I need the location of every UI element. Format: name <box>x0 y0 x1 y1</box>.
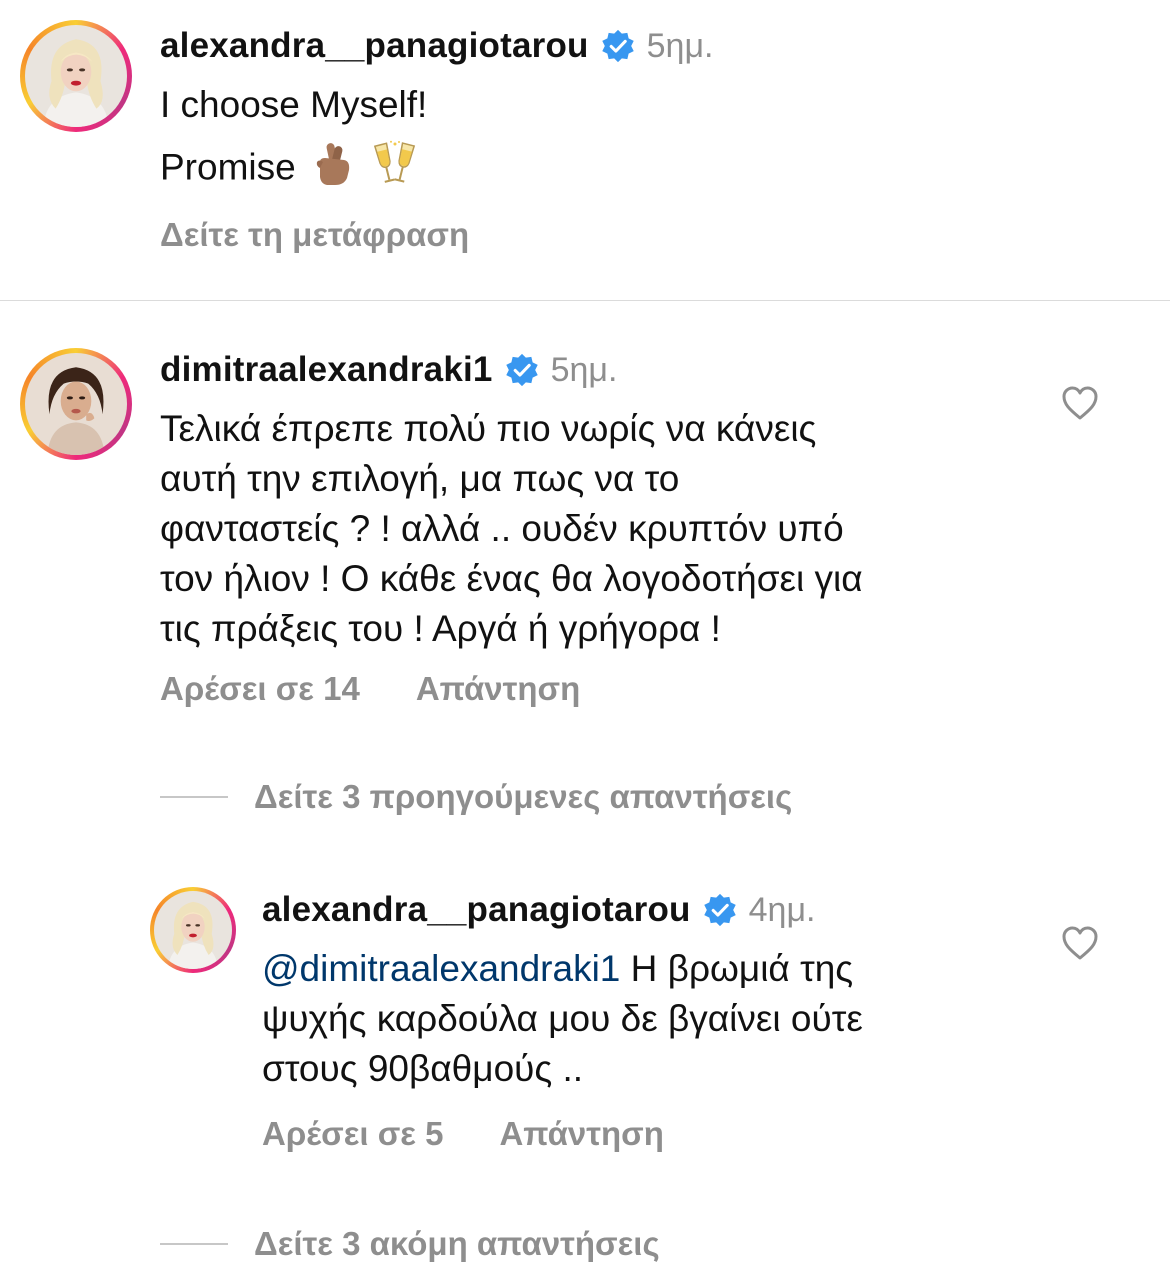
timestamp: 5ημ. <box>550 350 618 389</box>
view-previous-replies-button[interactable]: Δείτε 3 προηγούμενες απαντήσεις <box>160 778 792 816</box>
comment-actions: Αρέσει σε 14 Απάντηση <box>160 670 580 708</box>
verified-badge-icon <box>505 353 539 387</box>
reply-actions: Αρέσει σε 5 Απάντηση <box>262 1115 664 1153</box>
reply-button[interactable]: Απάντηση <box>416 670 580 707</box>
profile-photo <box>25 25 127 127</box>
verified-badge-icon <box>703 893 737 927</box>
see-translation-link[interactable]: Δείτε τη μετάφραση <box>160 216 469 254</box>
avatar[interactable] <box>20 348 132 460</box>
comment-text: I choose Myself! Promise <box>160 80 427 199</box>
username[interactable]: alexandra__panagiotarou <box>262 890 691 930</box>
comment-line: τις πράξεις του ! Αργά ή γρήγορα ! <box>160 608 721 649</box>
user-mention-link[interactable]: @dimitraalexandraki1 <box>262 948 620 989</box>
avatar[interactable] <box>150 887 236 973</box>
comment-text: Τελικά έπρεπε πολύ πιο νωρίς να κάνεις α… <box>160 404 863 654</box>
comment-line: φανταστείς ? ! αλλά .. ουδέν κρυπτόν υπό <box>160 508 844 549</box>
likes-count-button[interactable]: Αρέσει σε 14 <box>160 670 360 707</box>
view-more-replies-button[interactable]: Δείτε 3 ακόμη απαντήσεις <box>160 1225 660 1263</box>
reply-button[interactable]: Απάντηση <box>499 1115 663 1152</box>
likes-count-button[interactable]: Αρέσει σε 5 <box>262 1115 443 1152</box>
username[interactable]: dimitraalexandraki1 <box>160 350 493 390</box>
verified-badge-icon <box>601 29 635 63</box>
clinking-glasses-emoji <box>372 140 418 199</box>
reply-line: Η βρωμιά της <box>620 948 854 989</box>
divider <box>0 300 1170 301</box>
reply-header: alexandra__panagiotarou 4ημ. <box>262 890 816 930</box>
reply-line: ψυχής καρδούλα μου δε βγαίνει ούτε <box>262 998 863 1039</box>
crossed-fingers-emoji <box>314 140 354 199</box>
heart-outline-icon[interactable] <box>1061 925 1099 961</box>
divider-dash <box>160 1243 228 1245</box>
reply-text: @dimitraalexandraki1 Η βρωμιά της ψυχής … <box>262 944 863 1094</box>
timestamp: 5ημ. <box>646 26 714 65</box>
heart-outline-icon[interactable] <box>1061 385 1099 421</box>
comment-line: αυτή την επιλογή, μα πως να το <box>160 458 680 499</box>
comment-line: I choose Myself! <box>160 84 428 125</box>
username[interactable]: alexandra__panagiotarou <box>160 26 589 66</box>
comment-line: Promise <box>160 146 296 188</box>
profile-photo <box>25 353 127 455</box>
view-previous-replies-label[interactable]: Δείτε 3 προηγούμενες απαντήσεις <box>254 778 792 816</box>
avatar[interactable] <box>20 20 132 132</box>
comment-header: alexandra__panagiotarou 5ημ. <box>160 26 714 66</box>
timestamp: 4ημ. <box>748 890 816 929</box>
comment-line: Τελικά έπρεπε πολύ πιο νωρίς να κάνεις <box>160 408 817 449</box>
reply-line: στους 90βαθμούς .. <box>262 1048 584 1089</box>
divider-dash <box>160 796 228 798</box>
profile-photo <box>154 891 232 969</box>
comment-line: τον ήλιον ! Ο κάθε ένας θα λογοδοτήσει γ… <box>160 558 863 599</box>
view-more-replies-label[interactable]: Δείτε 3 ακόμη απαντήσεις <box>254 1225 660 1263</box>
comment-header: dimitraalexandraki1 5ημ. <box>160 350 617 390</box>
